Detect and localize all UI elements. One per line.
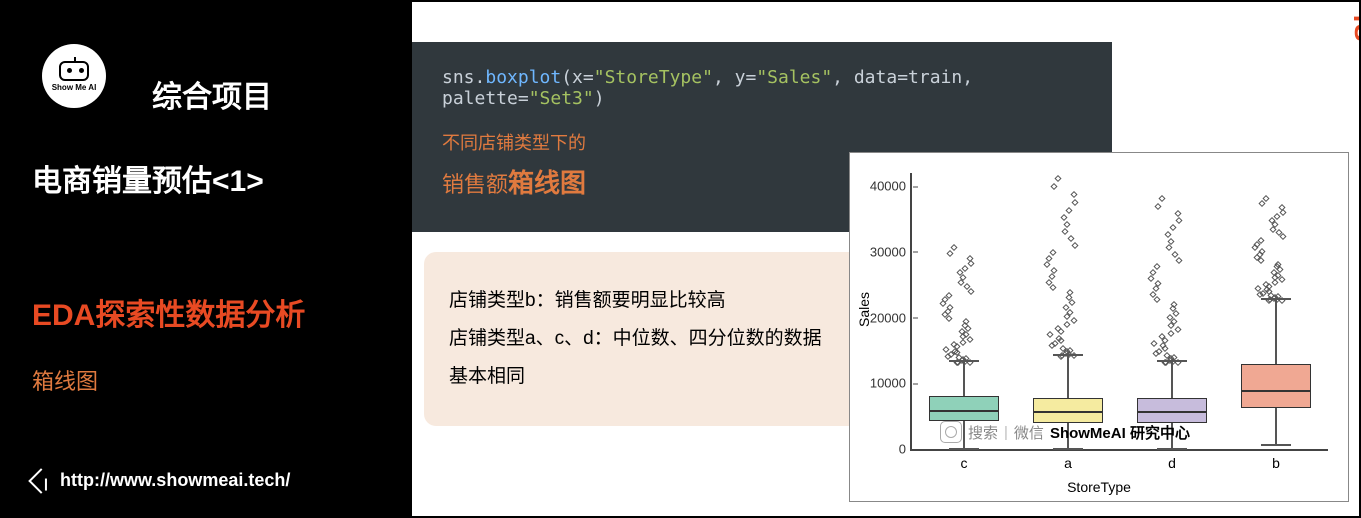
- y-tick: 10000: [862, 376, 912, 391]
- x-tick: a: [1064, 455, 1072, 471]
- box-category: a: [1016, 173, 1120, 449]
- box: [929, 396, 999, 421]
- box: [1033, 398, 1103, 423]
- y-tick: 20000: [862, 310, 912, 325]
- y-tick: 0: [862, 442, 912, 457]
- code-line: sns.boxplot(x="StoreType", y="Sales", da…: [442, 67, 1082, 109]
- plot-area: 010000200003000040000cadb: [910, 173, 1328, 451]
- x-tick: b: [1272, 455, 1280, 471]
- watermark: 搜索 | 微信 ShowMeAI 研究中心: [940, 421, 1323, 443]
- subtitle-red: EDA探索性数据分析: [32, 290, 382, 334]
- site-url: http://www.showmeai.tech/: [60, 470, 290, 491]
- box: [1241, 364, 1311, 409]
- x-axis-label: StoreType: [1067, 479, 1131, 495]
- x-tick: d: [1168, 455, 1176, 471]
- box-category: c: [912, 173, 1016, 449]
- bubble-line2: 店铺类型a、c、d：中位数、四分位数的数据基本相同: [449, 320, 839, 396]
- logo-icon: [59, 61, 89, 81]
- box-category: b: [1224, 173, 1328, 449]
- y-tick: 40000: [862, 179, 912, 194]
- watermark-brand: ShowMeAI 研究中心: [1050, 422, 1190, 443]
- logo: Show Me AI: [42, 44, 106, 108]
- box-category: d: [1120, 173, 1224, 449]
- speech-bubble: 店铺类型b：销售额要明显比较高 店铺类型a、c、d：中位数、四分位数的数据基本相…: [424, 252, 864, 426]
- bubble-line1: 店铺类型b：销售额要明显比较高: [449, 282, 839, 320]
- boxplot-chart: Sales 010000200003000040000cadb StoreTyp…: [849, 152, 1349, 502]
- x-tick: c: [961, 455, 968, 471]
- side-brand: ShowMeAI: [1349, 0, 1361, 42]
- small-label: 箱线图: [32, 364, 382, 396]
- left-panel: Show Me AI 综合项目 电商销量预估<1> EDA探索性数据分析 箱线图…: [2, 2, 412, 516]
- main-title: 电商销量预估<1>: [32, 156, 382, 200]
- right-panel: sns.boxplot(x="StoreType", y="Sales", da…: [412, 2, 1359, 516]
- cursor-icon: [28, 468, 53, 493]
- site-link[interactable]: http://www.showmeai.tech/: [32, 470, 290, 491]
- project-label: 综合项目: [152, 72, 382, 116]
- slide: Show Me AI 综合项目 电商销量预估<1> EDA探索性数据分析 箱线图…: [0, 0, 1361, 518]
- y-tick: 30000: [862, 244, 912, 259]
- code-fn: boxplot: [485, 67, 561, 88]
- search-icon: [940, 421, 962, 443]
- box: [1137, 398, 1207, 423]
- logo-text: Show Me AI: [52, 83, 97, 92]
